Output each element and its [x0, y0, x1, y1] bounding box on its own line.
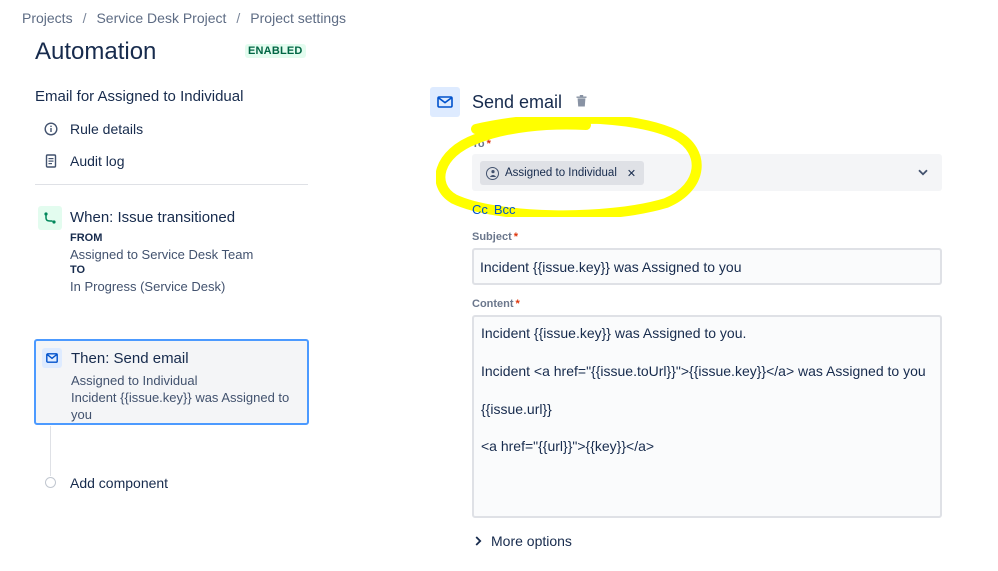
- content-line: {{issue.url}}: [481, 401, 552, 417]
- mail-icon: [42, 348, 62, 368]
- trigger-title: When: Issue transitioned: [70, 209, 236, 226]
- chevron-down-icon[interactable]: [916, 165, 930, 179]
- audit-log-label: Audit log: [70, 153, 125, 169]
- to-value: In Progress (Service Desk): [70, 279, 226, 294]
- action-title: Then: Send email: [71, 350, 189, 367]
- content-line: Incident {{issue.key}} was Assigned to y…: [481, 325, 747, 341]
- add-component-button[interactable]: Add component: [70, 475, 168, 491]
- cc-bcc-links: Cc Bcc: [472, 202, 516, 217]
- audit-log-link[interactable]: Audit log: [44, 153, 124, 169]
- to-field-label: To *: [472, 138, 491, 150]
- from-value: Assigned to Service Desk Team: [70, 247, 254, 262]
- content-field-label: Content *: [472, 298, 520, 310]
- cc-link[interactable]: Cc: [472, 202, 488, 217]
- chevron-right-icon: [475, 533, 482, 549]
- info-icon: [44, 122, 58, 136]
- divider: [35, 184, 308, 185]
- breadcrumb: Projects / Service Desk Project / Projec…: [22, 10, 346, 26]
- add-component-dot[interactable]: [45, 477, 56, 488]
- recipient-chip-label: Assigned to Individual: [505, 167, 617, 179]
- more-options-label: More options: [491, 533, 572, 549]
- breadcrumb-separator: /: [236, 10, 241, 26]
- breadcrumb-projects[interactable]: Projects: [22, 10, 73, 26]
- recipient-chip: Assigned to Individual ✕: [480, 161, 645, 185]
- rule-name: Email for Assigned to Individual: [35, 88, 244, 105]
- rule-details-label: Rule details: [70, 121, 144, 137]
- from-label: FROM: [70, 232, 103, 244]
- page-title: Automation: [35, 38, 157, 65]
- editor-title: Send email: [472, 92, 563, 112]
- content-textarea[interactable]: Incident {{issue.key}} was Assigned to y…: [472, 315, 942, 518]
- breadcrumb-service-desk-project[interactable]: Service Desk Project: [96, 10, 226, 26]
- more-options-toggle[interactable]: More options: [475, 533, 572, 549]
- document-icon: [44, 154, 58, 168]
- rule-details-link[interactable]: Rule details: [44, 121, 143, 137]
- user-avatar-icon: [486, 166, 499, 180]
- to-recipients-select[interactable]: Assigned to Individual ✕: [472, 154, 942, 191]
- subject-field-label: Subject *: [472, 231, 519, 243]
- subject-input[interactable]: Incident {{issue.key}} was Assigned to y…: [472, 248, 942, 285]
- remove-chip-icon[interactable]: ✕: [627, 167, 636, 180]
- bcc-link[interactable]: Bcc: [494, 202, 516, 217]
- content-line: <a href="{{url}}">{{key}}</a>: [481, 438, 655, 454]
- transition-icon: [38, 206, 62, 230]
- action-subject: Incident {{issue.key}} was Assigned to y…: [71, 390, 290, 422]
- breadcrumb-separator: /: [82, 10, 87, 26]
- trash-icon[interactable]: [574, 94, 588, 108]
- mail-icon: [430, 87, 460, 117]
- content-line: Incident <a href="{{issue.toUrl}}">{{iss…: [481, 363, 926, 379]
- to-label: TO: [70, 264, 86, 276]
- status-badge: ENABLED: [245, 44, 306, 58]
- action-recipient: Assigned to Individual: [71, 373, 198, 388]
- flow-connector: [50, 426, 51, 476]
- breadcrumb-project-settings[interactable]: Project settings: [250, 10, 346, 26]
- action-component-send-email[interactable]: Then: Send email Assigned to Individual …: [34, 339, 309, 425]
